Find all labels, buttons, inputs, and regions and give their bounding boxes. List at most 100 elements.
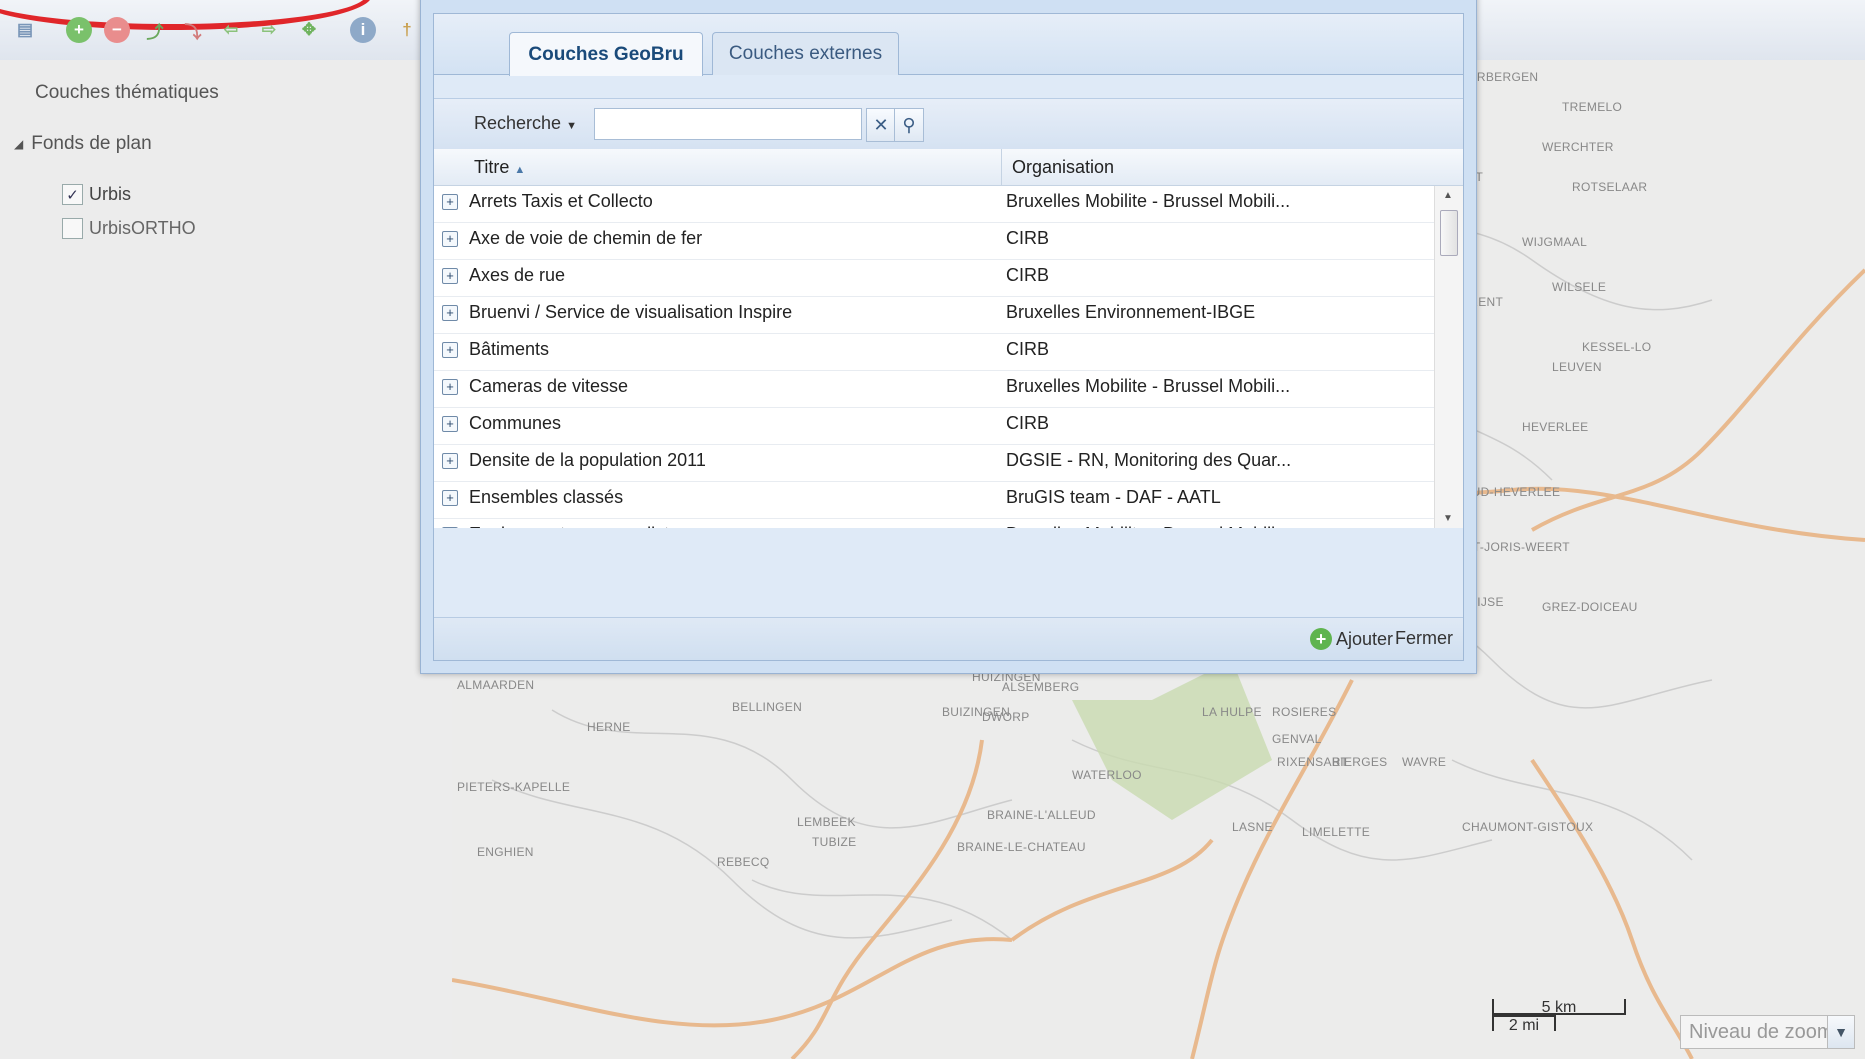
table-row[interactable]: + Bâtiments CIRB <box>434 334 1435 371</box>
table-row[interactable]: + Communes CIRB <box>434 408 1435 445</box>
table-row[interactable]: + Bruenvi / Service de visualisation Insp… <box>434 297 1435 334</box>
full-extent-icon[interactable]: ✥ <box>296 17 322 43</box>
caret-down-icon: ▼ <box>566 120 577 132</box>
row-title: Axes de rue <box>469 265 566 285</box>
scroll-thumb[interactable] <box>1440 210 1458 256</box>
titre-label: Titre <box>474 157 510 177</box>
zoom-level-placeholder: Niveau de zoom <box>1689 1020 1834 1043</box>
forward-icon[interactable]: ⇨ <box>256 17 282 43</box>
map-place-label: LEUVEN <box>1552 360 1602 374</box>
scale-mi: 2 mi <box>1492 1015 1556 1034</box>
map-place-label: TREMELO <box>1562 100 1623 114</box>
expand-icon[interactable]: + <box>442 490 458 506</box>
table-row[interactable]: + Axe de voie de chemin de fer CIRB <box>434 223 1435 260</box>
table-row[interactable]: + Densite de la population 2011 DGSIE - RN… <box>434 445 1435 482</box>
zoom-in-icon[interactable]: ⤴ <box>142 17 168 43</box>
checkbox-unchecked[interactable] <box>62 218 83 239</box>
map-place-label: WAVRE <box>1402 755 1447 769</box>
expand-icon[interactable]: + <box>442 527 458 528</box>
map-place-label: WERCHTER <box>1542 140 1614 154</box>
grid-header: Titre ▲ Organisation <box>434 149 1463 186</box>
row-organisation: Bruxelles Mobilite - Brussel Mobili... <box>1006 191 1291 211</box>
add-layers-dialog: Couches GeoBru Couches externes Recherch… <box>420 0 1477 674</box>
expand-icon[interactable]: + <box>442 416 458 432</box>
clear-search-icon[interactable]: ✕ <box>866 108 896 142</box>
search-icon[interactable]: ⚲ <box>894 108 924 142</box>
layer-label: UrbisORTHO <box>89 218 196 238</box>
scale-km: 5 km <box>1492 999 1626 1016</box>
layer-tree-panel: Couches thématiques ◢ Fonds de plan ✓ Ur… <box>0 60 453 1059</box>
table-row[interactable]: + Cameras de vitesse Bruxelles Mobilite - … <box>434 371 1435 408</box>
column-divider <box>1001 149 1002 185</box>
expand-icon[interactable]: + <box>442 194 458 210</box>
row-organisation: CIRB <box>1006 265 1050 285</box>
base-layers-group[interactable]: ◢ Fonds de plan <box>14 133 152 155</box>
thematic-layers-heading: Couches thématiques <box>35 82 219 103</box>
layer-item-urbisortho[interactable]: UrbisORTHO <box>62 218 196 239</box>
layer-grid: + Arrets Taxis et Collecto Bruxelles Mobil… <box>434 186 1435 528</box>
search-input[interactable] <box>594 108 862 140</box>
row-organisation: DGSIE - RN, Monitoring des Quar... <box>1006 450 1292 470</box>
column-header-organisation[interactable]: Organisation <box>1012 157 1114 178</box>
map-place-label: TUBIZE <box>812 835 857 849</box>
scroll-down-icon[interactable]: ▼ <box>1443 513 1453 524</box>
column-header-titre[interactable]: Titre ▲ <box>474 157 525 178</box>
pin-icon[interactable]: † <box>394 17 420 43</box>
scale-bar: 5 km 2 mi <box>1492 999 1626 1034</box>
checkbox-checked[interactable]: ✓ <box>62 184 83 205</box>
add-button[interactable]: + Ajouter <box>1309 628 1393 650</box>
map-place-label: WILSELE <box>1552 280 1607 294</box>
save-icon[interactable]: ▤ <box>12 17 38 43</box>
map-place-label: BELLINGEN <box>732 700 803 714</box>
collapse-arrow-icon[interactable]: ◢ <box>14 133 23 155</box>
map-place-label: LASNE <box>1232 820 1273 834</box>
map-place-label: GENVAL <box>1272 732 1322 746</box>
back-icon[interactable]: ⇦ <box>218 17 244 43</box>
grid-scrollbar[interactable]: ▲ ▼ <box>1434 186 1463 528</box>
map-place-label: HEVERLEE <box>1522 420 1589 434</box>
remove-layer-icon[interactable]: − <box>104 17 130 43</box>
add-icon: + <box>1309 628 1332 650</box>
scroll-up-icon[interactable]: ▲ <box>1443 190 1453 201</box>
row-organisation: Bruxelles Mobilite - Brussel Mobili... <box>1006 524 1290 528</box>
map-place-label: REBECQ <box>717 855 770 869</box>
map-place-label: BRAINE-LE-CHATEAU <box>957 840 1086 854</box>
row-title: Bruenvi / Service de visualisation Inspi… <box>469 302 793 322</box>
search-mode-menu[interactable]: Recherche ▼ <box>474 113 577 134</box>
row-organisation: CIRB <box>1006 228 1050 248</box>
close-button[interactable]: Fermer <box>1395 628 1453 649</box>
search-bar: Recherche ▼ ✕ ⚲ <box>434 98 1463 149</box>
row-title: Ensembles classés <box>469 487 624 507</box>
map-place-label: WATERLOO <box>1072 768 1142 782</box>
table-row[interactable]: + Ensembles classés BruGIS team - DAF - AA… <box>434 482 1435 519</box>
zoom-out-icon[interactable]: ⤵ <box>180 17 206 43</box>
row-title: Communes <box>469 413 562 433</box>
expand-icon[interactable]: + <box>442 231 458 247</box>
row-title: Equipements pour cyclistes <box>469 524 688 528</box>
tab-couches-externes[interactable]: Couches externes <box>712 32 899 75</box>
expand-icon[interactable]: + <box>442 379 458 395</box>
row-organisation: BruGIS team - DAF - AATL <box>1006 487 1221 507</box>
add-label: Ajouter <box>1335 628 1393 649</box>
layer-item-urbis[interactable]: ✓ Urbis <box>62 184 131 205</box>
row-title: Arrets Taxis et Collecto <box>469 191 653 211</box>
table-row[interactable]: + Arrets Taxis et Collecto Bruxelles Mobil… <box>434 186 1435 223</box>
expand-icon[interactable]: + <box>442 453 458 469</box>
zoom-level-select[interactable]: Niveau de zoom ▼ <box>1680 1015 1855 1049</box>
chevron-down-icon[interactable]: ▼ <box>1827 1016 1854 1048</box>
expand-icon[interactable]: + <box>442 305 458 321</box>
map-place-label: ROTSELAAR <box>1572 180 1648 194</box>
map-place-label: LIMELETTE <box>1302 825 1371 839</box>
layer-label: Urbis <box>89 184 132 204</box>
info-icon[interactable]: i <box>350 17 376 43</box>
expand-icon[interactable]: + <box>442 268 458 284</box>
table-row[interactable]: + Equipements pour cyclistes Bruxelles Mob… <box>434 519 1435 528</box>
sort-asc-icon: ▲ <box>514 164 526 176</box>
layer-source-tabs: Couches GeoBru Couches externes <box>434 14 1463 76</box>
map-place-label: LEMBEEK <box>797 815 856 829</box>
tab-couches-geobru[interactable]: Couches GeoBru <box>509 32 703 76</box>
add-layer-icon[interactable]: + <box>66 17 92 43</box>
expand-icon[interactable]: + <box>442 342 458 358</box>
table-row[interactable]: + Axes de rue CIRB <box>434 260 1435 297</box>
row-organisation: CIRB <box>1006 339 1050 359</box>
